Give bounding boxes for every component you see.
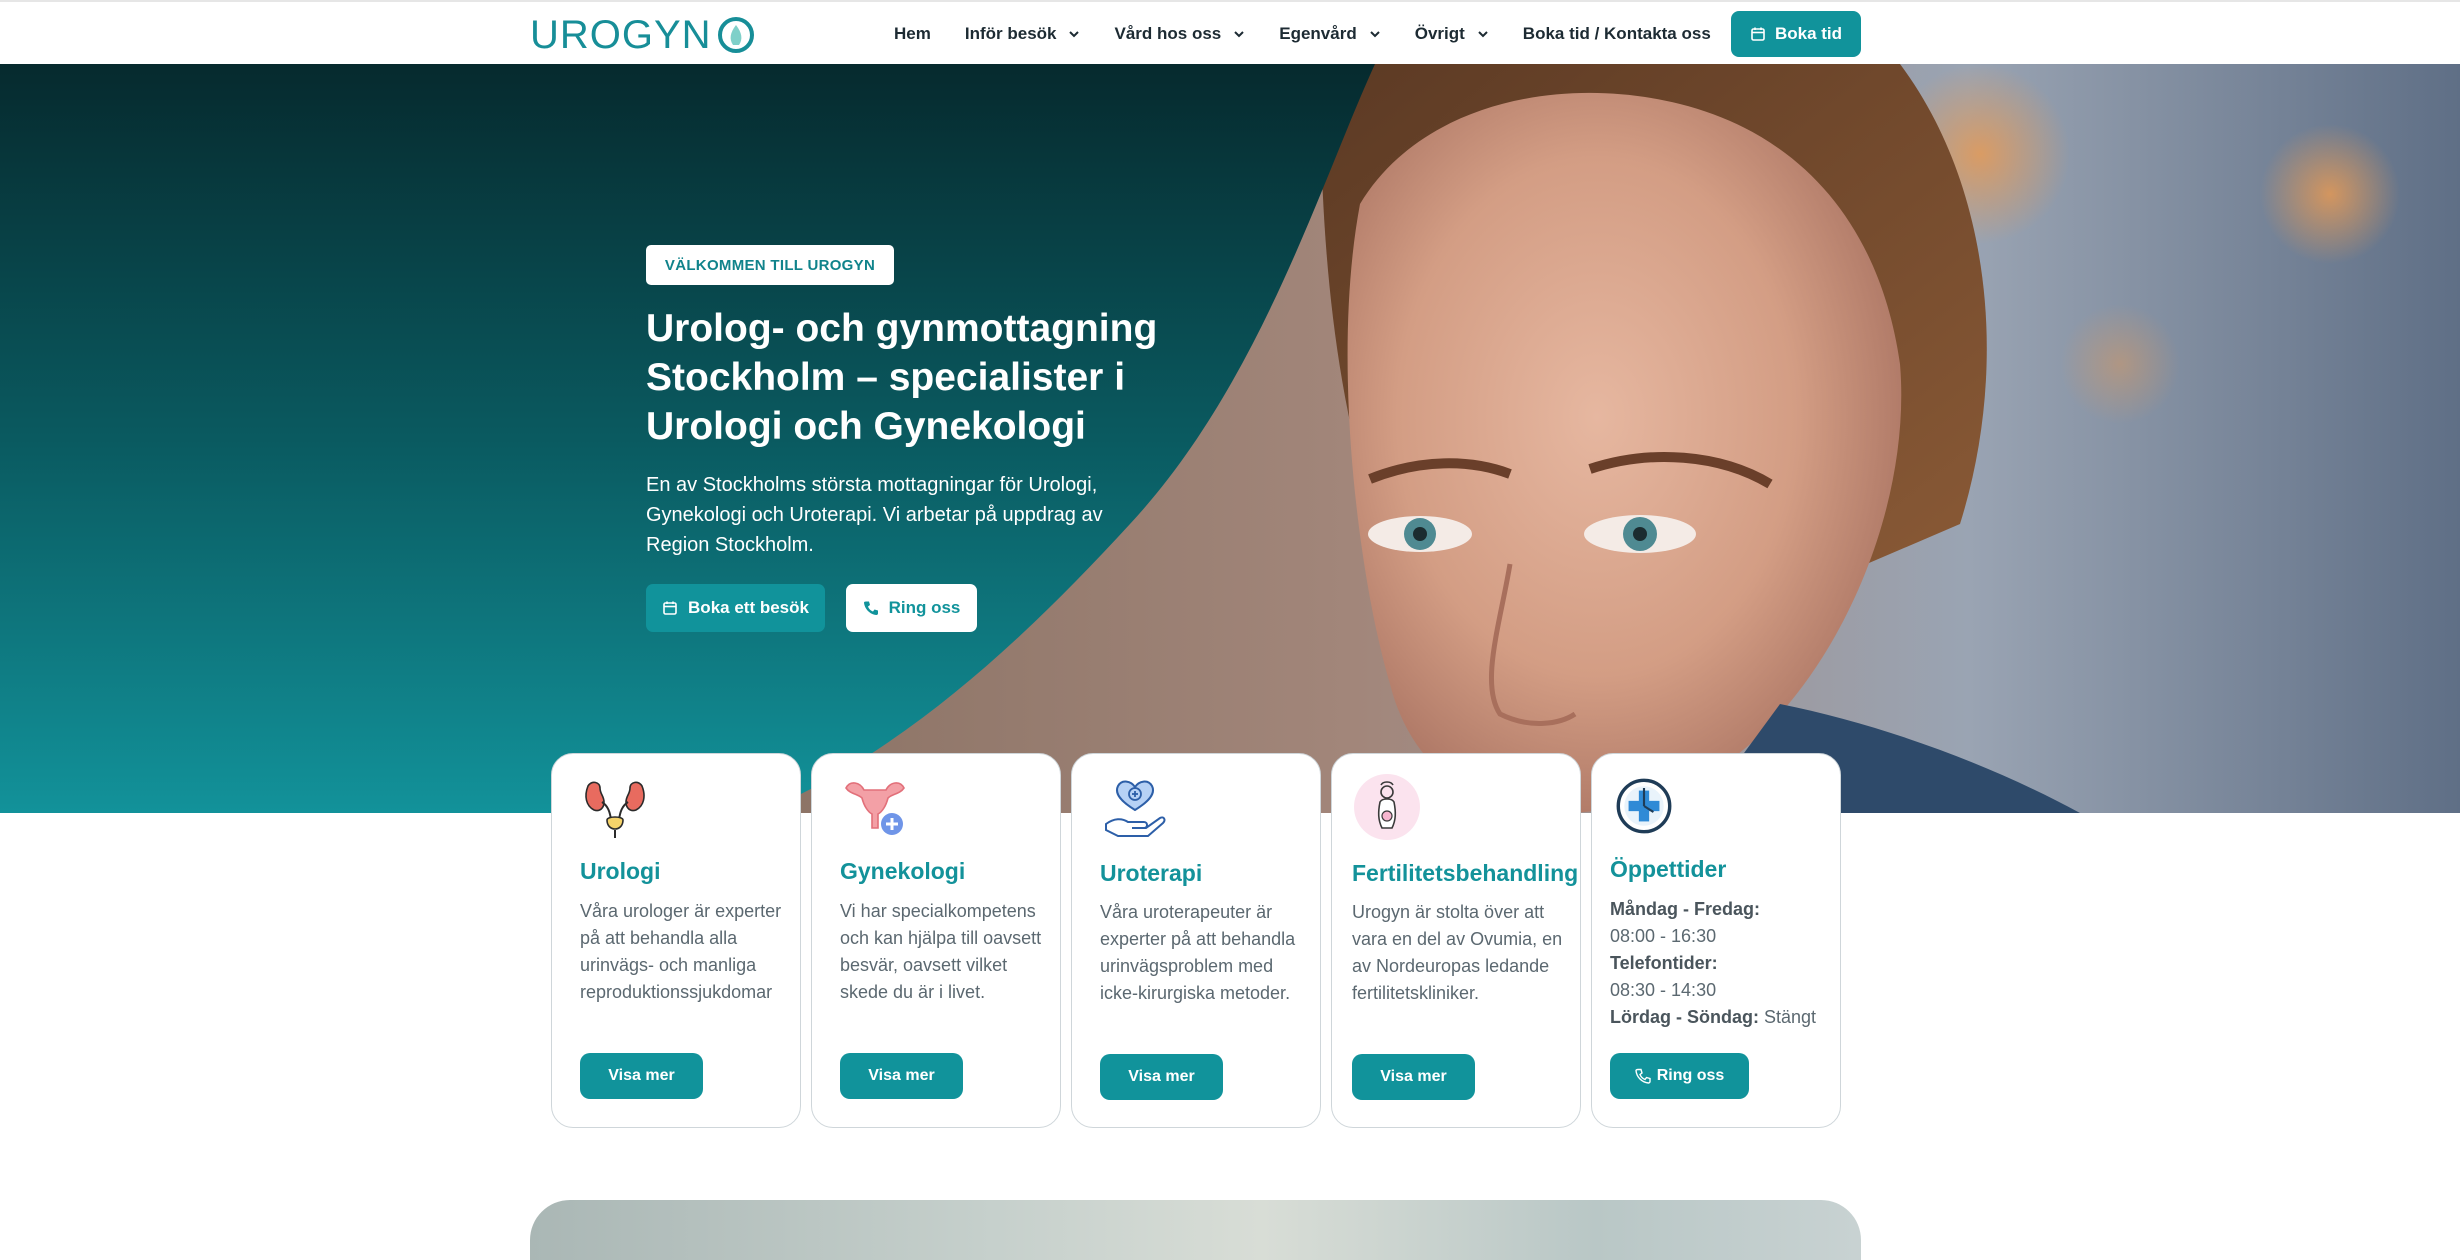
card-oppettider: Öppettider Måndag - Fredag: 08:00 - 16:3… — [1591, 753, 1841, 1128]
nav-book-label: Boka tid — [1774, 24, 1843, 43]
card-gynekologi: Gynekologi Vi har specialkompetens och k… — [811, 753, 1061, 1128]
ring-oss-button[interactable]: Ring oss — [1610, 1053, 1749, 1099]
weekdays-value: 08:00 - 16:30 — [1610, 926, 1717, 946]
nav-book-button[interactable]: Boka tid — [1731, 11, 1861, 57]
card-urologi: Urologi Våra urologer är experter på att… — [551, 753, 801, 1128]
phone-icon — [1635, 1068, 1651, 1084]
visa-mer-button[interactable]: Visa mer — [1100, 1054, 1223, 1100]
top-navigation: UROGYN Hem Inför besök Vård hos oss Egen… — [0, 0, 2460, 64]
nav-item-infor-besok[interactable]: Inför besök — [965, 24, 1081, 44]
phone-icon — [863, 601, 878, 615]
kidney-icon — [585, 781, 645, 838]
visa-mer-button[interactable]: Visa mer — [1352, 1054, 1475, 1100]
heart-hand-icon — [1105, 780, 1166, 837]
call-us-button[interactable]: Ring oss — [846, 584, 977, 632]
card-title: Gynekologi — [840, 858, 966, 884]
phone-hours-value: 08:30 - 14:30 — [1610, 980, 1717, 1000]
card-text: Våra urologer är experter på att behandl… — [580, 901, 782, 1002]
nav-item-hem[interactable]: Hem — [894, 24, 931, 44]
nav-item-label: Övrigt — [1414, 24, 1465, 43]
weekend-label: Lördag - Söndag: — [1610, 1007, 1759, 1027]
visa-mer-button[interactable]: Visa mer — [840, 1053, 963, 1099]
nav-item-label: Inför besök — [964, 24, 1057, 43]
calendar-icon — [1751, 27, 1765, 41]
nav-item-boka-kontakta[interactable]: Boka tid / Kontakta oss — [1523, 24, 1711, 44]
nav-item-label: Hem — [894, 24, 931, 43]
urogyn-logo[interactable]: UROGYN — [530, 12, 756, 58]
call-us-label: Ring oss — [888, 598, 961, 617]
chevron-down-icon — [1234, 31, 1244, 38]
card-text: Vi har specialkompetens och kan hjälpa t… — [840, 901, 1042, 1002]
book-visit-label: Boka ett besök — [688, 598, 809, 617]
ring-oss-label: Ring oss — [1656, 1067, 1725, 1084]
chevron-down-icon — [1370, 31, 1380, 38]
chevron-down-icon — [1069, 31, 1080, 38]
logo-text: UROGYN — [530, 13, 712, 57]
card-uroterapi: Uroterapi Våra uroterapeuter är experter… — [1071, 753, 1321, 1128]
card-text: Urogyn är stolta över att vara en del av… — [1352, 902, 1563, 1003]
nav-item-label: Vård hos oss — [1114, 24, 1222, 43]
nav-menu: Hem Inför besök Vård hos oss Egenvård Öv… — [894, 2, 1745, 66]
card-title: Öppettider — [1610, 856, 1727, 882]
book-visit-button[interactable]: Boka ett besök — [646, 584, 825, 632]
nav-item-vard-hos-oss[interactable]: Vård hos oss — [1114, 24, 1245, 44]
opening-hours: Måndag - Fredag: 08:00 - 16:30 Telefonti… — [1610, 896, 1840, 1031]
visa-mer-button[interactable]: Visa mer — [580, 1053, 703, 1099]
nav-item-label: Egenvård — [1279, 24, 1357, 43]
card-text: Våra uroterapeuter är experter på att be… — [1100, 902, 1296, 1003]
card-fertilitetsbehandling: Fertilitetsbehandling Urogyn är stolta ö… — [1331, 753, 1581, 1128]
fertility-icon — [1354, 774, 1420, 840]
welcome-badge: VÄLKOMMEN TILL UROGYN — [646, 245, 894, 285]
card-title: Urologi — [580, 858, 661, 884]
weekdays-label: Måndag - Fredag: — [1610, 899, 1761, 919]
uterus-icon — [845, 782, 905, 835]
chevron-down-icon — [1478, 31, 1488, 38]
next-section-image — [530, 1200, 1861, 1260]
phone-hours-label: Telefontider: — [1610, 953, 1718, 973]
logo-drop-icon — [717, 17, 754, 53]
card-title: Uroterapi — [1100, 860, 1203, 886]
nav-item-label: Boka tid / Kontakta oss — [1522, 24, 1711, 43]
calendar-icon — [663, 601, 677, 615]
nav-item-ovrigt[interactable]: Övrigt — [1415, 24, 1489, 44]
hero-teal-curve — [0, 64, 1375, 813]
weekend-value: Stängt — [1764, 1007, 1817, 1027]
nav-item-egenvard[interactable]: Egenvård — [1279, 24, 1380, 44]
hero-title: Urolog- och gynmottagning Stockholm – sp… — [646, 307, 1158, 448]
clock-cross-icon — [1616, 778, 1672, 834]
hero-section: VÄLKOMMEN TILL UROGYN Urolog- och gynmot… — [0, 64, 2460, 813]
hero-subtitle: En av Stockholms största mottagningar fö… — [646, 474, 1103, 556]
card-title: Fertilitetsbehandling — [1352, 860, 1579, 886]
